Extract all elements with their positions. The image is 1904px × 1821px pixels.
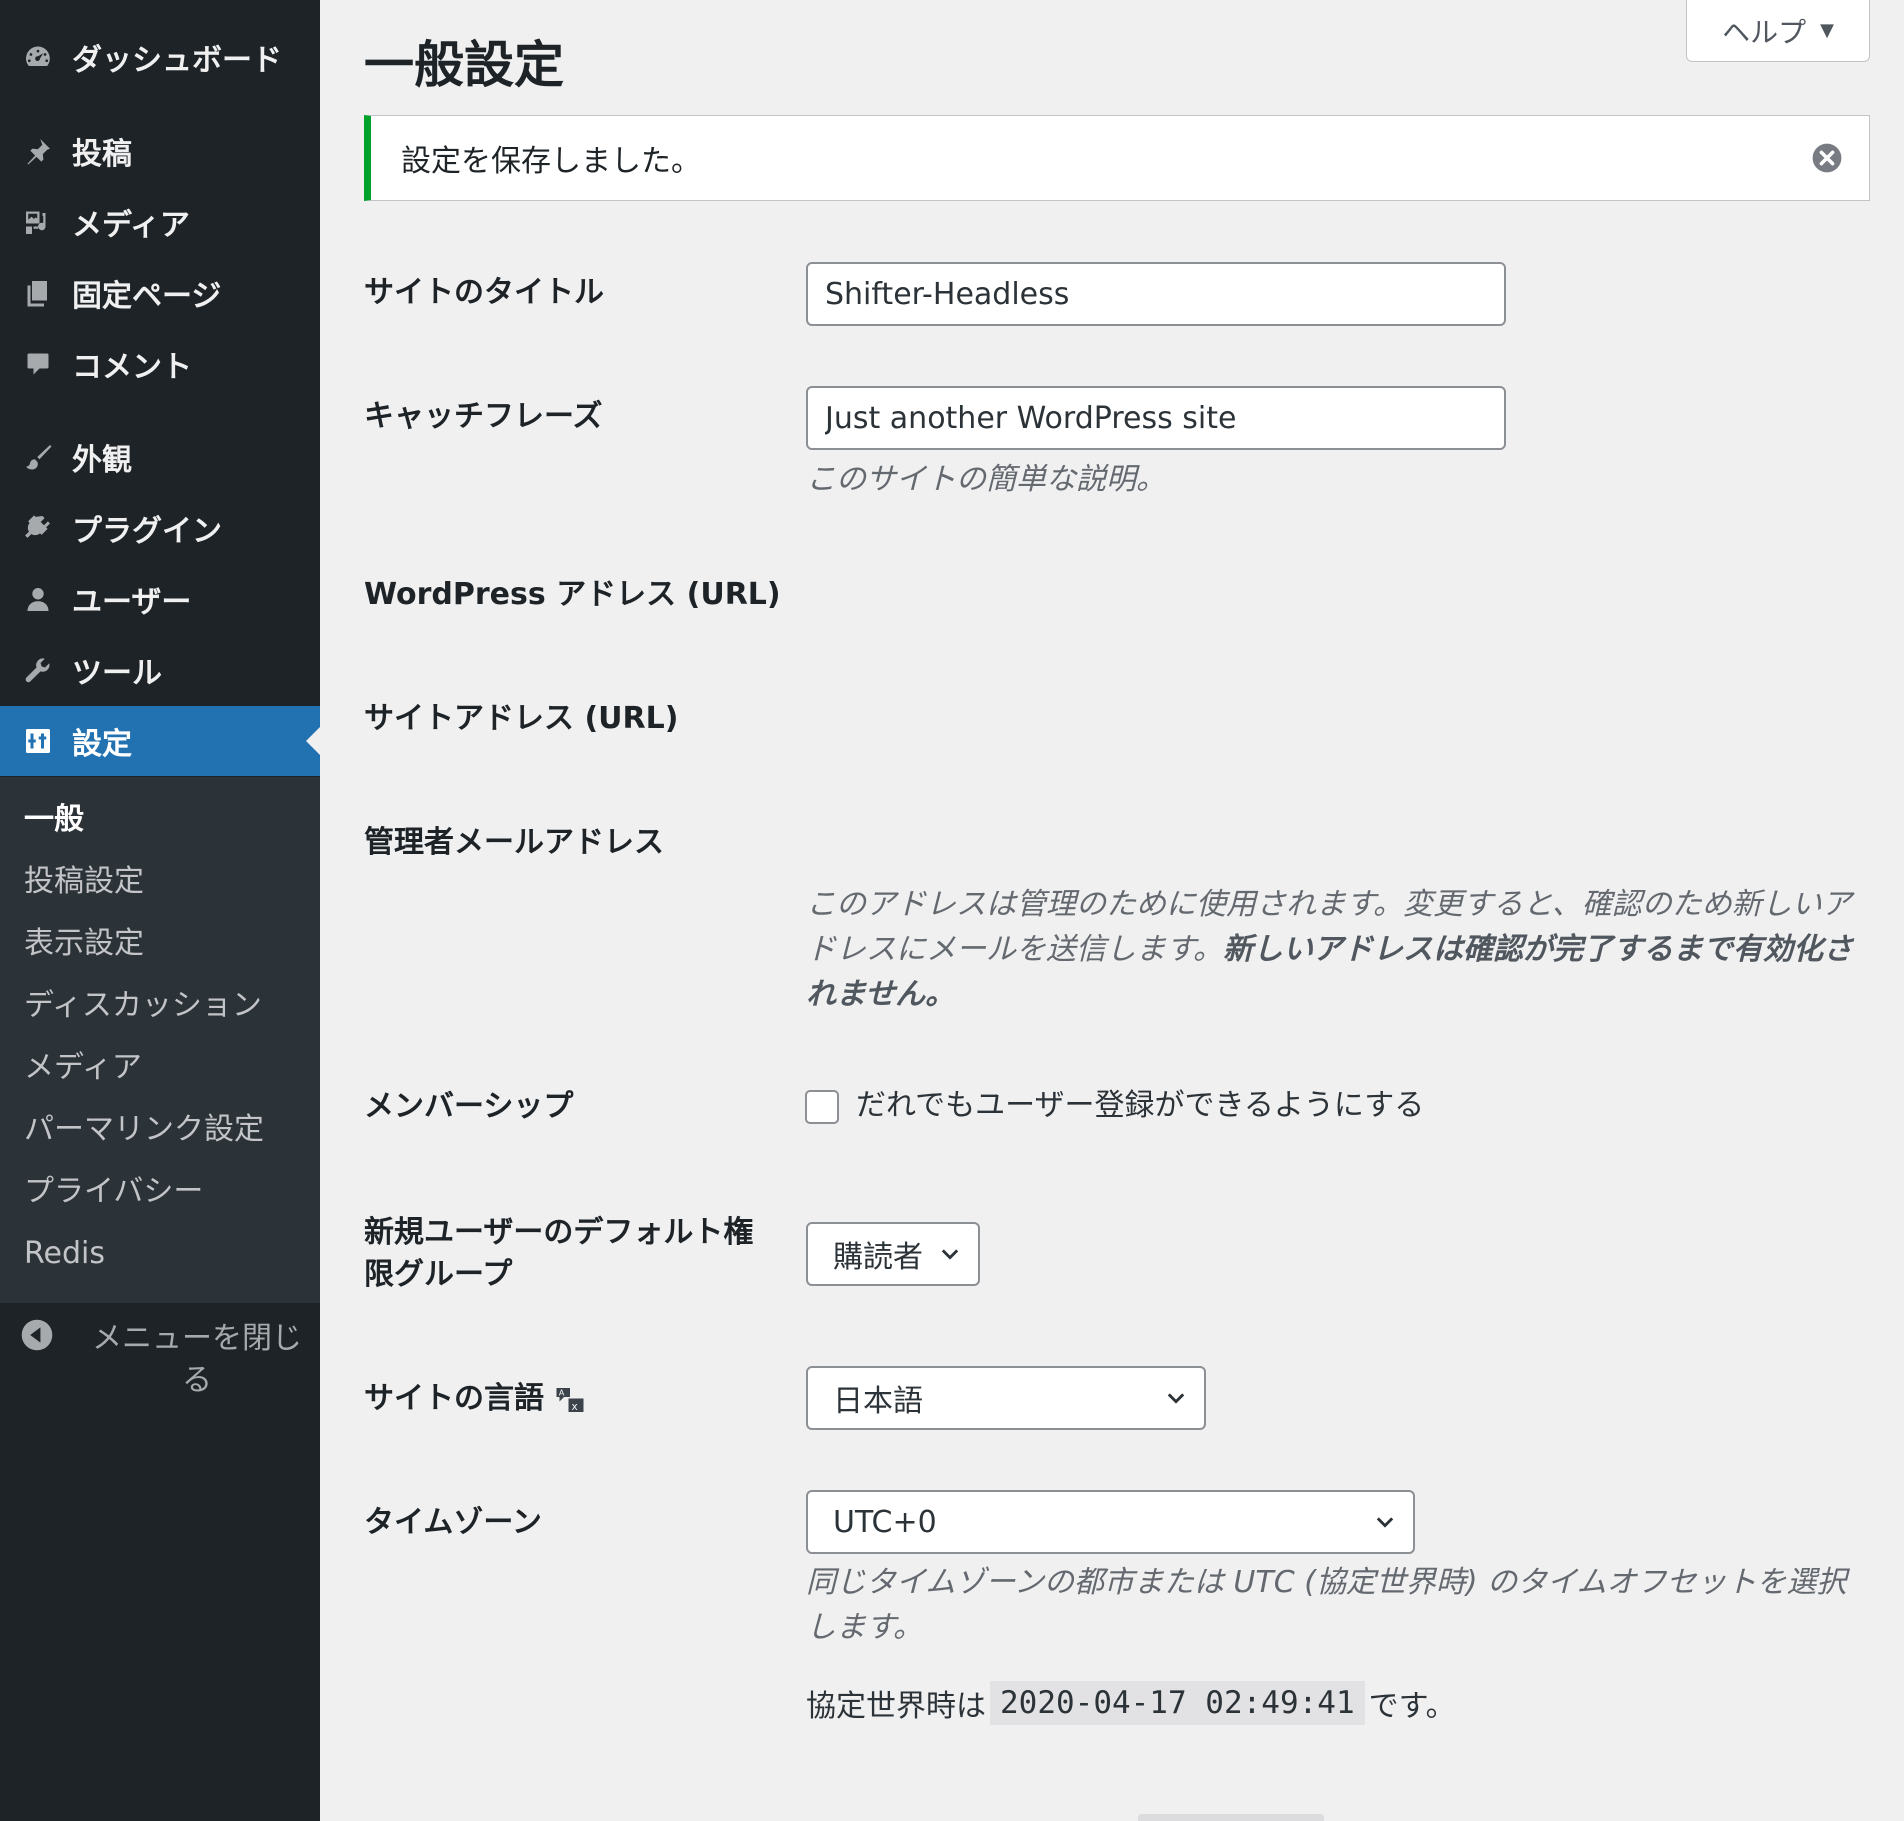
membership-label: メンバーシップ xyxy=(364,1089,574,1124)
sidebar-item-users[interactable]: ユーザー xyxy=(0,564,320,634)
utc-prefix: 協定世界時は xyxy=(806,1689,986,1724)
timezone-desc-line2: します。 xyxy=(806,1610,923,1645)
site-title-input[interactable] xyxy=(806,262,1506,326)
svg-text:x: x xyxy=(572,1401,578,1413)
default-role-label-line2: 限グループ xyxy=(364,1257,513,1292)
utc-suffix: です。 xyxy=(1368,1689,1456,1724)
tagline-label: キャッチフレーズ xyxy=(364,399,603,434)
site-language-select[interactable]: 日本語 xyxy=(806,1366,1206,1430)
default-role-label: 新規ユーザーのデフォルト権 限グループ xyxy=(364,1212,764,1296)
dashboard-icon xyxy=(20,39,56,75)
media-icon xyxy=(20,204,56,240)
brush-icon xyxy=(20,439,56,475)
chevron-down-icon xyxy=(1167,1393,1185,1404)
pin-icon xyxy=(20,133,56,169)
admin-email-desc-line3-bold: れません。 xyxy=(806,977,956,1012)
sidebar-item-settings[interactable]: 設定 xyxy=(0,706,320,776)
sidebar-item-posts[interactable]: 投稿 xyxy=(0,116,320,186)
collapse-menu-label-line1: メニューを閉じ xyxy=(92,1321,302,1356)
site-address-label: サイトアドレス (URL) xyxy=(364,701,679,736)
sidebar-item-label: ユーザー xyxy=(72,585,192,620)
chevron-down-icon xyxy=(941,1249,959,1260)
timezone-select[interactable]: UTC+0 xyxy=(806,1490,1415,1554)
dismiss-notice-icon[interactable] xyxy=(1811,142,1843,174)
sidebar-item-label: ツール xyxy=(72,656,162,691)
settings-icon xyxy=(20,723,56,759)
page-icon xyxy=(20,275,56,311)
sidebar-item-label: 外観 xyxy=(72,443,132,478)
submenu-item-reading[interactable]: 表示設定 xyxy=(24,924,144,964)
sidebar-item-label: メディア xyxy=(72,208,190,243)
admin-email-description: このアドレスは管理のために使用されます。変更すると、確認のため新しいア ドレスに… xyxy=(806,882,1866,1017)
sidebar-item-plugins[interactable]: プラグイン xyxy=(0,493,320,563)
settings-submenu: 一般 投稿設定 表示設定 ディスカッション メディア パーマリンク設定 プライバ… xyxy=(0,777,320,1303)
submenu-item-redis[interactable]: Redis xyxy=(24,1234,105,1274)
collapse-menu-label-line2: る xyxy=(182,1363,212,1398)
success-notice: 設定を保存しました。 xyxy=(364,115,1870,201)
tagline-input[interactable] xyxy=(806,386,1506,450)
admin-email-desc-line1: このアドレスは管理のために使用されます。変更すると、確認のため新しいア xyxy=(806,887,1852,922)
sidebar-item-label: ダッシュボード xyxy=(72,43,282,78)
admin-sidebar: ダッシュボード 投稿 メディア 固定ページ コメント 外観 プラグイン ユーザー… xyxy=(0,0,320,1821)
utc-time-line: 協定世界時は 2020-04-17 02:49:41 です。 xyxy=(806,1678,1456,1728)
submenu-item-writing[interactable]: 投稿設定 xyxy=(24,862,144,902)
tagline-description: このサイトの簡単な説明。 xyxy=(806,462,1166,497)
translation-icon: Ax xyxy=(556,1388,584,1413)
timezone-label: タイムゾーン xyxy=(364,1505,542,1540)
collapse-arrow-icon xyxy=(20,1318,54,1352)
current-menu-arrow xyxy=(306,727,320,755)
sidebar-item-appearance[interactable]: 外観 xyxy=(0,422,320,492)
default-role-label-line1: 新規ユーザーのデフォルト権 xyxy=(364,1215,754,1250)
caret-down-icon: ▼ xyxy=(1820,20,1834,41)
submenu-item-discussion[interactable]: ディスカッション xyxy=(24,986,262,1026)
admin-email-desc-line2-bold: 新しいアドレスは確認が完了するまで有効化さ xyxy=(1223,932,1853,967)
submenu-item-permalinks[interactable]: パーマリンク設定 xyxy=(24,1110,264,1150)
sidebar-item-media[interactable]: メディア xyxy=(0,187,320,257)
submenu-item-privacy[interactable]: プライバシー xyxy=(24,1172,203,1212)
notice-message: 設定を保存しました。 xyxy=(401,144,701,179)
sidebar-item-comments[interactable]: コメント xyxy=(0,329,320,399)
timezone-desc-line1: 同じタイムゾーンの都市または UTC (協定世界時) のタイムオフセットを選択 xyxy=(806,1565,1847,1600)
submenu-item-media[interactable]: メディア xyxy=(24,1048,142,1088)
sidebar-item-label: 設定 xyxy=(72,727,132,762)
chevron-down-icon xyxy=(1376,1517,1394,1528)
sidebar-item-tools[interactable]: ツール xyxy=(0,635,320,705)
sidebar-item-label: 投稿 xyxy=(72,137,132,172)
admin-email-label: 管理者メールアドレス xyxy=(364,825,664,860)
app-root: ダッシュボード 投稿 メディア 固定ページ コメント 外観 プラグイン ユーザー… xyxy=(0,0,1904,1821)
site-title-label: サイトのタイトル xyxy=(364,275,604,310)
svg-text:A: A xyxy=(559,1388,565,1398)
collapse-menu-label: メニューを閉じ る xyxy=(74,1318,320,1402)
wordpress-address-label: WordPress アドレス (URL) xyxy=(364,577,781,612)
submenu-item-general[interactable]: 一般 xyxy=(24,800,84,840)
user-icon xyxy=(20,581,56,617)
default-role-value: 購読者 xyxy=(833,1240,923,1275)
help-tab-button[interactable]: ヘルプ ▼ xyxy=(1686,0,1870,62)
sidebar-item-dashboard[interactable]: ダッシュボード xyxy=(0,22,320,92)
wrench-icon xyxy=(20,652,56,688)
help-tab-label: ヘルプ xyxy=(1722,15,1807,49)
timezone-description: 同じタイムゾーンの都市または UTC (協定世界時) のタイムオフセットを選択 … xyxy=(806,1560,1866,1650)
utc-time-value: 2020-04-17 02:49:41 xyxy=(990,1681,1365,1725)
membership-checkbox[interactable] xyxy=(805,1090,839,1124)
plugin-icon xyxy=(20,510,56,546)
collapse-menu-button[interactable]: メニューを閉じ る xyxy=(0,1318,320,1408)
membership-checkbox-label[interactable]: だれでもユーザー登録ができるようにする xyxy=(856,1085,1424,1127)
sidebar-item-label: 固定ページ xyxy=(72,279,222,314)
timezone-value: UTC+0 xyxy=(833,1504,937,1540)
comment-icon xyxy=(20,346,56,382)
sidebar-item-pages[interactable]: 固定ページ xyxy=(0,258,320,328)
save-button-partial[interactable] xyxy=(1138,1814,1324,1821)
sidebar-item-label: プラグイン xyxy=(72,514,222,549)
default-role-select[interactable]: 購読者 xyxy=(806,1222,980,1286)
admin-email-desc-line2: ドレスにメールを送信します。 xyxy=(806,932,1223,967)
page-title: 一般設定 xyxy=(364,36,564,94)
sidebar-item-label: コメント xyxy=(72,350,192,385)
site-language-value: 日本語 xyxy=(833,1384,923,1419)
site-language-label: サイトの言語 xyxy=(364,1381,544,1416)
